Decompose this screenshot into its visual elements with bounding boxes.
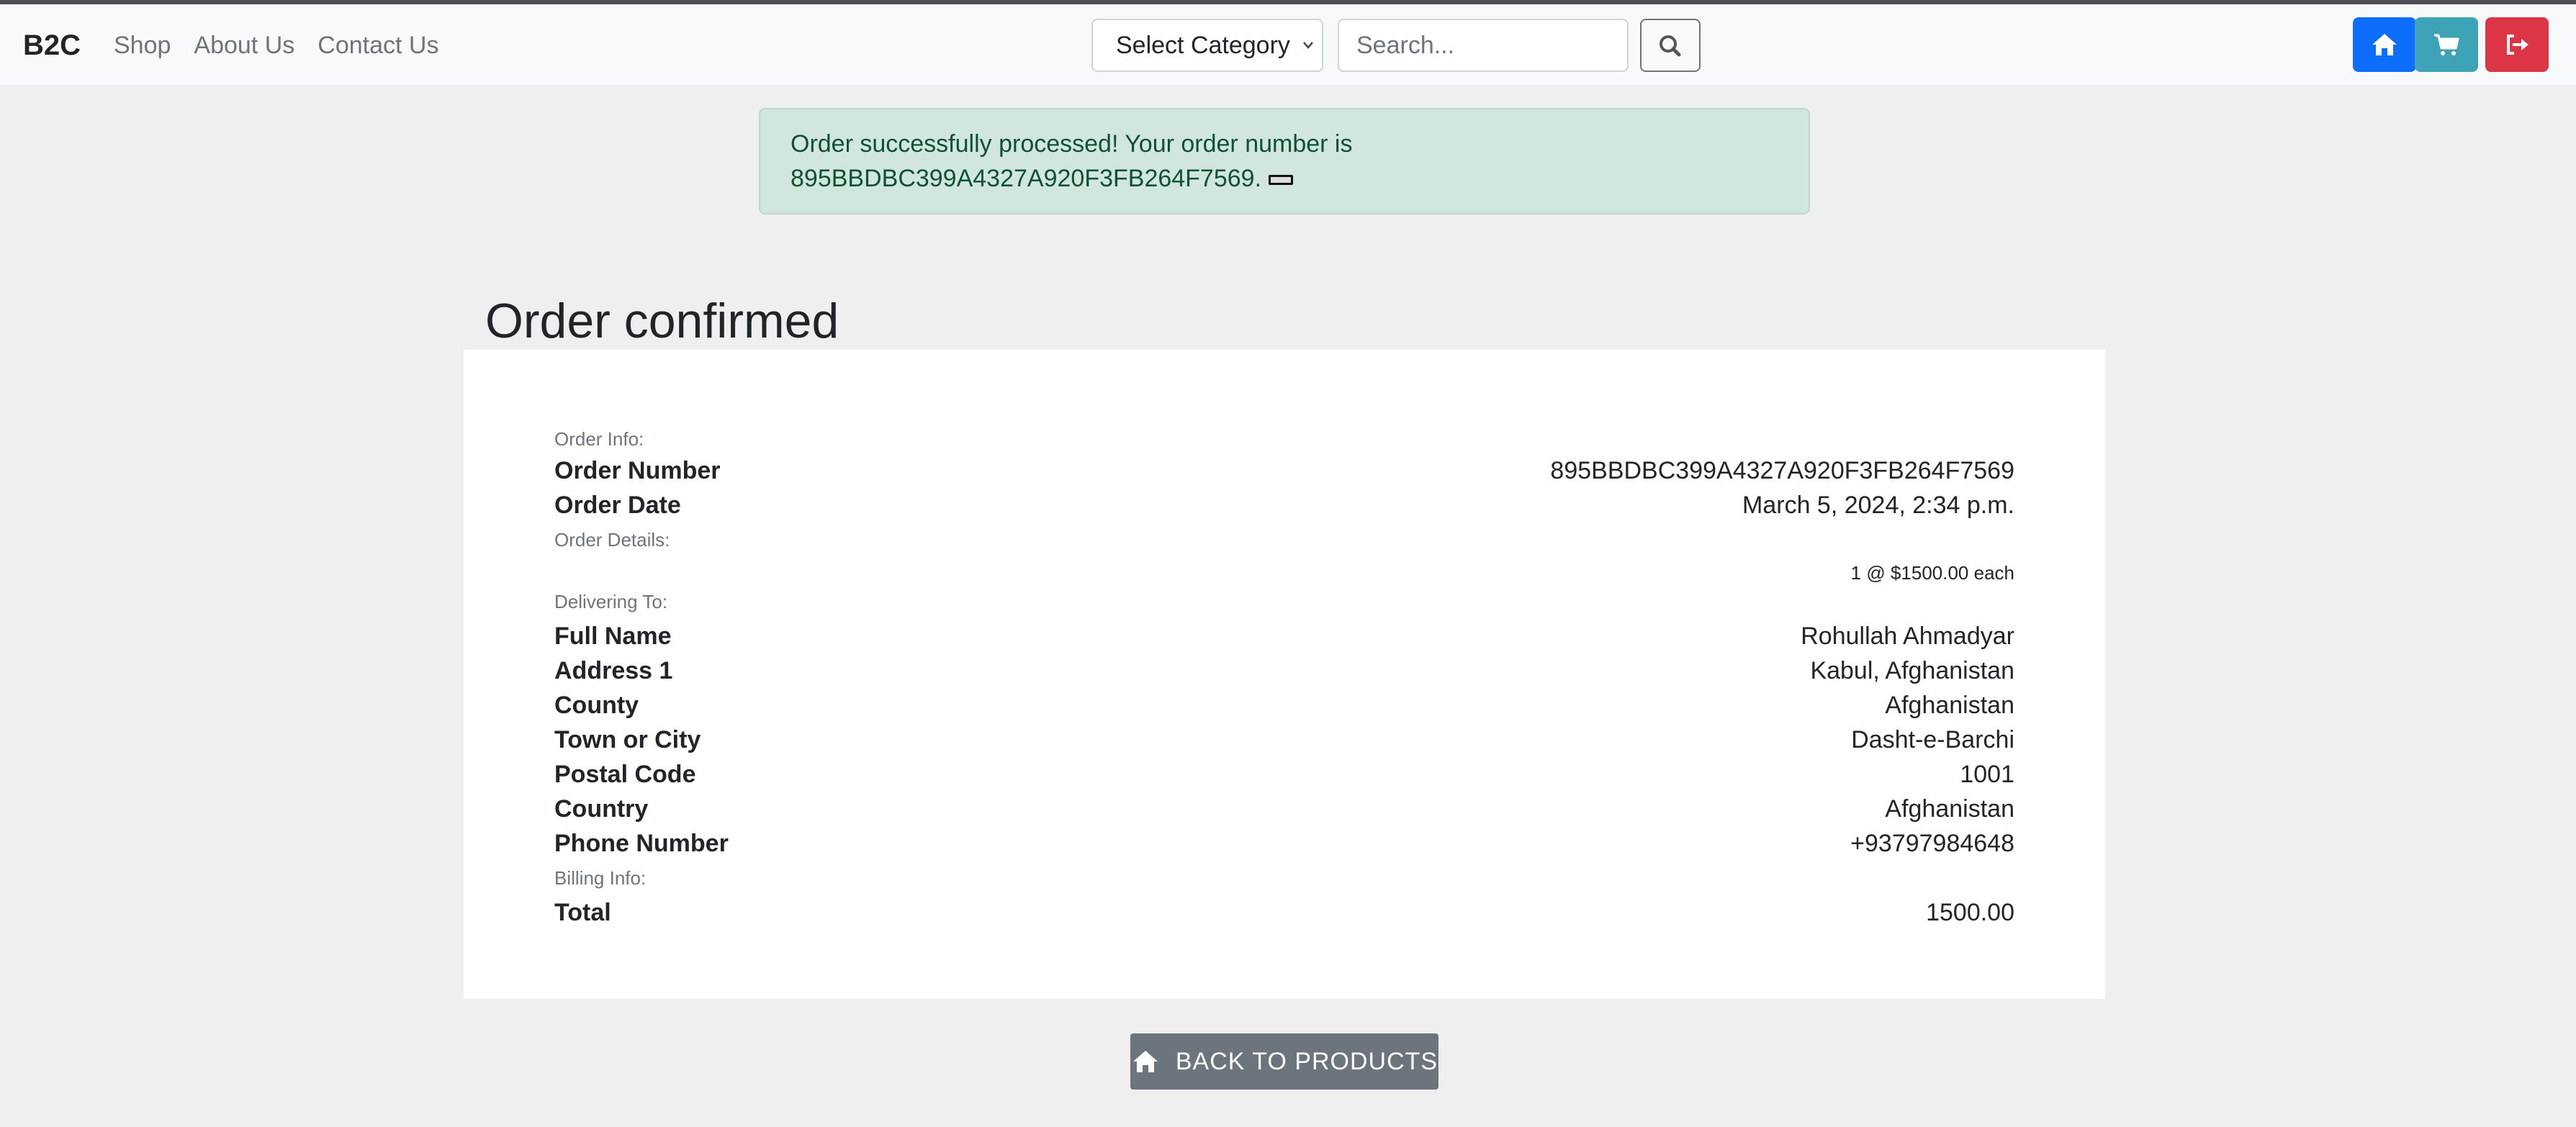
alert-order-number: 895BBDBC399A4327A920F3FB264F7569. — [791, 165, 1262, 192]
back-to-products-label: BACK TO PRODUCTS — [1175, 1047, 1438, 1075]
delivery-row: Country Afghanistan — [554, 792, 2014, 826]
nav-links: Shop About Us Contact Us — [114, 29, 461, 62]
back-to-products-button[interactable]: BACK TO PRODUCTS — [1130, 1033, 1438, 1090]
success-alert: Order successfully processed! Your order… — [759, 108, 1810, 214]
search-icon — [1659, 35, 1681, 57]
logout-icon — [2507, 35, 2528, 55]
delivery-label: Full Name — [554, 623, 672, 650]
delivery-label: Country — [554, 795, 649, 823]
delivery-row: Town or City Dasht-e-Barchi — [554, 723, 2014, 757]
cart-button[interactable] — [2415, 17, 2478, 72]
order-summary-card: Order Info: Order Number 895BBDBC399A432… — [464, 350, 2105, 999]
order-date-row: Order Date March 5, 2024, 2:34 p.m. — [554, 488, 2014, 522]
chevron-down-icon — [1302, 20, 1315, 91]
category-select-value: Select Category — [1116, 32, 1290, 59]
logout-button[interactable] — [2485, 17, 2549, 72]
total-row: Total 1500.00 — [554, 895, 2014, 930]
delivery-row: County Afghanistan — [554, 688, 2014, 723]
page-title: Order confirmed — [485, 293, 839, 348]
alert-message-line1: Order successfully processed! Your order… — [791, 130, 1353, 158]
section-delivering-to: Delivering To: — [554, 591, 668, 612]
delivery-row: Postal Code 1001 — [554, 757, 2014, 792]
delivery-label: Address 1 — [554, 657, 673, 684]
delivery-label: Phone Number — [554, 830, 729, 857]
order-date-label: Order Date — [554, 492, 681, 519]
order-item-line: 1 @ $1500.00 each — [1850, 562, 2014, 584]
order-number-value: 895BBDBC399A4327A920F3FB264F7569 — [1550, 457, 2014, 484]
order-item-row: 1 @ $1500.00 each — [554, 561, 2014, 584]
home-icon — [1131, 1049, 1160, 1074]
home-button[interactable] — [2353, 17, 2416, 72]
delivery-row: Phone Number +93797984648 — [554, 826, 2014, 861]
delivery-value: Kabul, Afghanistan — [1810, 657, 2014, 684]
nav-link-contact[interactable]: Contact Us — [318, 29, 438, 62]
delivery-value: Dasht-e-Barchi — [1851, 726, 2014, 753]
section-billing-info: Billing Info: — [554, 867, 647, 889]
order-number-label: Order Number — [554, 457, 721, 484]
navbar: B2C Shop About Us Contact Us Select Cate… — [0, 4, 2576, 86]
cart-icon — [2434, 34, 2459, 55]
delivery-label: Town or City — [554, 726, 701, 753]
section-order-info: Order Info: — [554, 428, 644, 450]
delivery-label: Postal Code — [554, 761, 696, 788]
total-value: 1500.00 — [1926, 899, 2014, 926]
brand-logo[interactable]: B2C — [23, 29, 81, 62]
section-order-details: Order Details: — [554, 529, 670, 551]
nav-link-shop[interactable]: Shop — [114, 29, 171, 62]
category-select[interactable]: Select Category — [1091, 19, 1323, 72]
delivery-row: Address 1 Kabul, Afghanistan — [554, 653, 2014, 688]
order-date-value: March 5, 2024, 2:34 p.m. — [1742, 492, 2014, 519]
search-button[interactable] — [1640, 19, 1701, 72]
search-input[interactable]: Search... — [1338, 19, 1629, 72]
delivery-value: Afghanistan — [1885, 795, 2014, 823]
delivery-value: Afghanistan — [1885, 692, 2014, 719]
nav-link-about[interactable]: About Us — [194, 29, 294, 62]
total-label: Total — [554, 899, 611, 926]
close-icon[interactable] — [1269, 175, 1294, 186]
delivery-value: +93797984648 — [1850, 830, 2014, 857]
home-icon — [2372, 34, 2397, 55]
delivery-label: County — [554, 692, 639, 719]
delivery-row: Full Name Rohullah Ahmadyar — [554, 619, 2014, 653]
order-number-row: Order Number 895BBDBC399A4327A920F3FB264… — [554, 453, 2014, 488]
delivery-value: Rohullah Ahmadyar — [1801, 623, 2014, 650]
delivery-value: 1001 — [1960, 761, 2014, 788]
